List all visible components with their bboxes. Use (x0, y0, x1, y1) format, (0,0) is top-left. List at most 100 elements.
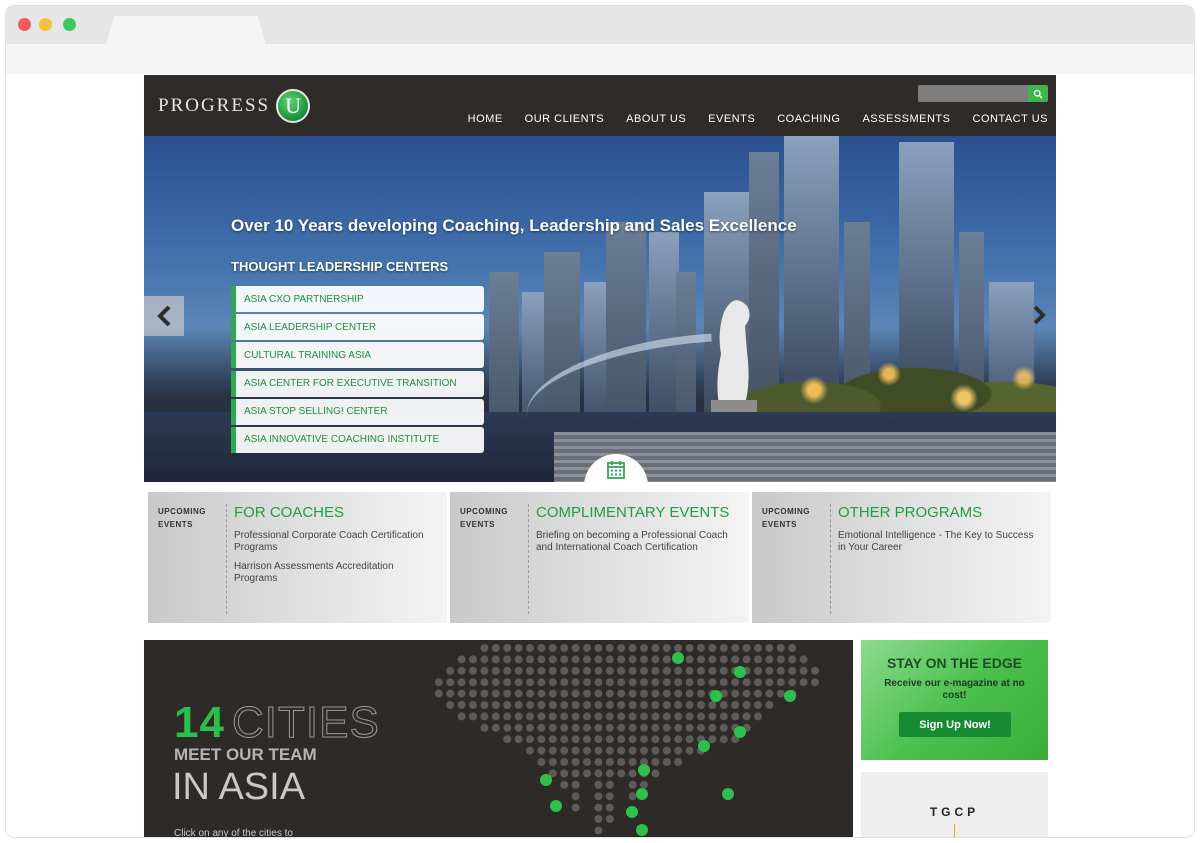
nav-coaching[interactable]: COACHING (763, 113, 848, 125)
city-marker[interactable] (698, 740, 710, 752)
map-dot (662, 723, 671, 732)
nav-assessments[interactable]: ASSESSMENTS (848, 113, 958, 125)
city-marker[interactable] (550, 800, 562, 812)
browser-window: PROGRESS U HOME OUR CLIENTS ABOUT US EVE… (6, 6, 1194, 837)
center-link-cultural-training-asia[interactable]: CULTURAL TRAINING ASIA (231, 342, 484, 369)
map-dot (594, 780, 603, 789)
center-link-stop-selling[interactable]: ASIA STOP SELLING! CENTER (231, 398, 484, 425)
map-dot (571, 746, 580, 755)
map-dot (446, 678, 455, 687)
site-logo[interactable]: PROGRESS U (158, 89, 311, 123)
map-dot (560, 780, 569, 789)
map-dot (628, 701, 637, 709)
map-dot (583, 689, 591, 698)
map-dot (594, 723, 603, 732)
search-input[interactable] (918, 85, 1028, 102)
event-link[interactable]: Emotional Intelligence - The Key to Succ… (838, 530, 1043, 554)
map-dot (651, 689, 660, 698)
site-header: PROGRESS U HOME OUR CLIENTS ABOUT US EVE… (144, 75, 1056, 136)
map-dot (605, 689, 614, 698)
maximize-window-icon[interactable] (63, 18, 76, 31)
map-dot (548, 758, 557, 766)
map-dot (788, 678, 797, 687)
map-dot (548, 644, 557, 652)
city-marker[interactable] (672, 652, 684, 664)
events-title[interactable]: OTHER PROGRAMS (838, 504, 982, 521)
nav-our-clients[interactable]: OUR CLIENTS (511, 113, 612, 125)
map-dot (583, 655, 591, 664)
map-dot (469, 666, 477, 675)
map-dot (457, 678, 466, 687)
event-link[interactable]: Professional Corporate Coach Certificati… (234, 530, 439, 554)
city-marker[interactable] (638, 764, 650, 776)
center-link-asia-cxo-partnership[interactable]: ASIA CXO PARTNERSHIP (231, 286, 484, 312)
map-dot (605, 723, 614, 732)
map-dot (526, 735, 534, 744)
city-marker[interactable] (734, 726, 746, 738)
event-link[interactable]: Harrison Assessments Accreditation Progr… (234, 561, 439, 585)
map-dot (651, 758, 660, 766)
map-dot (742, 701, 751, 709)
city-marker[interactable] (636, 824, 648, 836)
events-title[interactable]: COMPLIMENTARY EVENTS (536, 504, 729, 521)
city-marker[interactable] (734, 666, 746, 678)
map-dot (583, 735, 591, 744)
map-dot (628, 655, 637, 664)
center-link-executive-transition[interactable]: ASIA CENTER FOR EXECUTIVE TRANSITION (231, 370, 484, 397)
center-link-asia-leadership-center[interactable]: ASIA LEADERSHIP CENTER (231, 314, 484, 341)
city-marker[interactable] (722, 788, 734, 800)
map-dot (583, 758, 591, 766)
map-dot (594, 735, 603, 744)
map-dot (742, 655, 751, 664)
nav-about-us[interactable]: ABOUT US (612, 113, 694, 125)
map-dot (469, 701, 477, 709)
city-marker[interactable] (626, 806, 638, 818)
browser-tab[interactable] (106, 16, 266, 46)
event-link[interactable]: Briefing on becoming a Professional Coac… (536, 530, 741, 554)
map-dot (640, 644, 648, 652)
chevron-left-icon (157, 305, 171, 327)
map-dot (628, 769, 637, 778)
map-dot (776, 678, 785, 687)
map-dot (434, 678, 443, 687)
meet-team-heading: MEET OUR TEAM (174, 745, 317, 764)
close-window-icon[interactable] (18, 18, 31, 31)
map-dot (560, 644, 569, 652)
partner-logo-box[interactable]: TGCP (861, 772, 1048, 837)
map-dot (457, 712, 466, 721)
map-dot (754, 689, 762, 698)
map-dot (583, 723, 591, 732)
map-dot (662, 712, 671, 721)
nav-home[interactable]: HOME (454, 113, 511, 125)
map-dot (731, 712, 740, 721)
map-dot (434, 689, 443, 698)
map-dot (491, 644, 500, 652)
map-dot (708, 701, 717, 709)
city-marker[interactable] (540, 774, 552, 786)
map-dot (628, 792, 637, 801)
nav-events[interactable]: EVENTS (694, 113, 763, 125)
map-dot (674, 678, 683, 687)
newsletter-box: STAY ON THE EDGE Receive our e-magazine … (861, 640, 1048, 760)
slider-prev-button[interactable] (144, 296, 184, 336)
slider-next-button[interactable] (1028, 300, 1050, 330)
map-dot (640, 723, 648, 732)
search-button[interactable] (1028, 85, 1048, 102)
map-dot (617, 769, 626, 778)
map-dot (514, 689, 523, 698)
map-dot (685, 712, 694, 721)
city-marker[interactable] (710, 690, 722, 702)
center-link-innovative-coaching[interactable]: ASIA INNOVATIVE COACHING INSTITUTE (231, 426, 484, 453)
map-dot (742, 712, 751, 721)
map-dot (514, 655, 523, 664)
map-dot (491, 655, 500, 664)
nav-contact-us[interactable]: CONTACT US (959, 113, 1057, 125)
minimize-window-icon[interactable] (39, 18, 52, 31)
events-title[interactable]: FOR COACHES (234, 504, 344, 521)
map-dot (537, 723, 546, 732)
map-dot (560, 758, 569, 766)
city-marker[interactable] (636, 788, 648, 800)
city-marker[interactable] (784, 690, 796, 702)
map-dot (583, 769, 591, 778)
sign-up-button[interactable]: Sign Up Now! (899, 712, 1011, 737)
